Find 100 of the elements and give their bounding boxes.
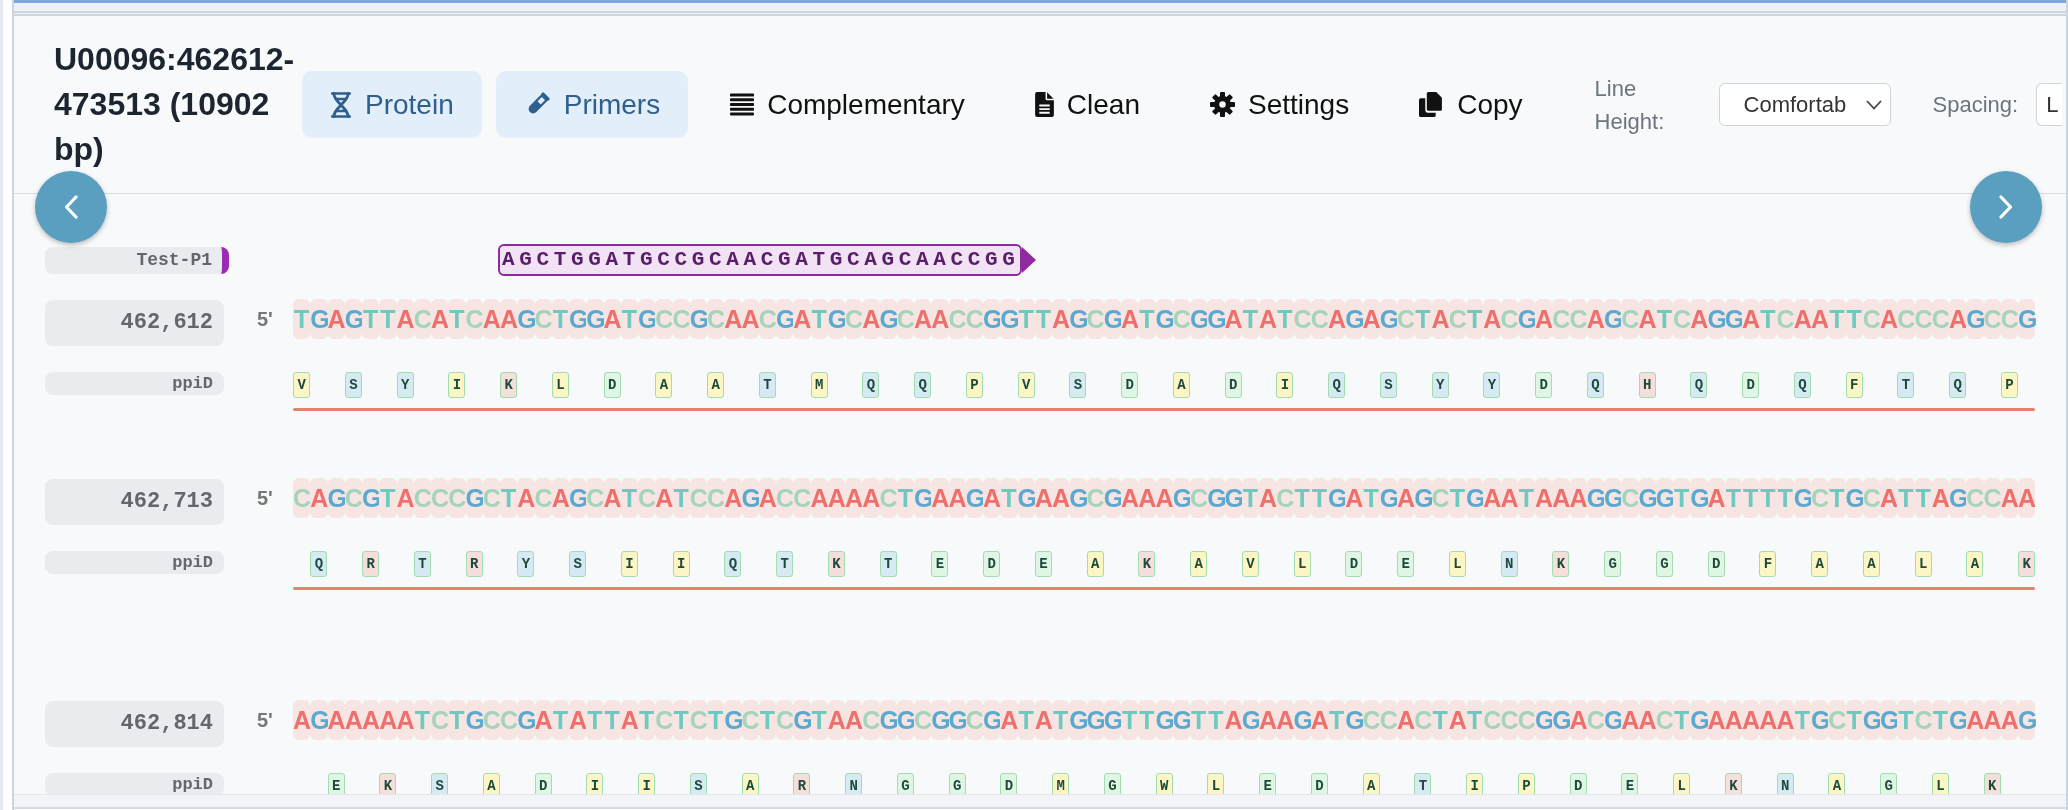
amino-acid-tag: A	[1862, 551, 1880, 577]
amino-acid-tag: A	[482, 773, 500, 794]
dna-sequence: TGAGTTACATCAAGCTGGATGCCGCAACGATGCAGCAACCGGTTAGCGATGCGGATATCCAGAGCTACTACGACCAGCATCAGGATCAATTCACCCAGCCG	[293, 299, 2035, 339]
protein-button[interactable]: Protein	[302, 71, 482, 138]
amino-acid-tag: T	[758, 372, 776, 398]
amino-acid-tag: A	[1086, 551, 1104, 577]
amino-acid-tag: P	[2000, 372, 2018, 398]
amino-acid-tag: A	[707, 372, 725, 398]
amino-acid-tag: M	[810, 372, 828, 398]
previous-button[interactable]	[35, 171, 107, 243]
amino-acid-tag: L	[1448, 551, 1466, 577]
amino-acid-tag: I	[638, 773, 656, 794]
amino-acid-tag: T	[413, 551, 431, 577]
amino-acid-tag: T	[1897, 372, 1915, 398]
amino-acid-tag: A	[1172, 372, 1190, 398]
amino-acid-tag: L	[551, 372, 569, 398]
amino-acid-tag: Y	[517, 551, 535, 577]
dna-sequence: CAGCGTACCCGCTACAGCATCATCCAGACCAAAACTGAAGATGAAGCGAAAGCGGTACTTGATGAGCTGAATAAAGGCGGTGATTTTGCTGCATTAGCCAA	[293, 478, 2035, 518]
primers-button[interactable]: Primers	[495, 71, 689, 138]
amino-acid-tag: T	[776, 551, 794, 577]
amino-acid-tag: S	[431, 773, 449, 794]
amino-acid-tag: T	[879, 551, 897, 577]
dna-icon	[330, 90, 352, 119]
chevron-left-icon	[64, 195, 78, 219]
amino-acid-tag: G	[896, 773, 914, 794]
amino-acid-tag: K	[1138, 551, 1156, 577]
copy-icon	[1419, 92, 1445, 117]
sequence-title: U00096:462612-473513 (10902 bp)	[54, 40, 296, 169]
amino-acid-tag: K	[1724, 773, 1742, 794]
line-height-select[interactable]: Comfortab	[1718, 83, 1891, 126]
amino-acid-tag: F	[1845, 372, 1863, 398]
amino-acid-tag: A	[1362, 773, 1380, 794]
amino-acid-tag: S	[689, 773, 707, 794]
amino-acid-tag: Q	[310, 551, 328, 577]
amino-acid-tag: F	[1759, 551, 1777, 577]
amino-acid-tag: L	[1293, 551, 1311, 577]
amino-acid-tag: E	[1621, 773, 1639, 794]
amino-acid-tag: D	[1224, 372, 1242, 398]
settings-icon	[1210, 92, 1235, 117]
complementary-button[interactable]: Complementary	[702, 71, 993, 138]
amino-acid-tag: V	[293, 372, 311, 398]
amino-acid-tag: G	[1655, 551, 1673, 577]
amino-acid-tag: Q	[1586, 372, 1604, 398]
amino-acid-tag: D	[1742, 372, 1760, 398]
amino-acid-tag: Q	[1949, 372, 1967, 398]
amino-acid-tag: L	[1207, 773, 1225, 794]
amino-acid-tag: D	[1121, 372, 1139, 398]
chevron-down-icon	[1865, 99, 1882, 110]
line-height-label: Line Height:	[1594, 74, 1666, 136]
strand-label: 5'	[257, 486, 274, 511]
amino-acid-tag: D	[534, 773, 552, 794]
amino-acid-tag: H	[1638, 372, 1656, 398]
amino-acid-tag: D	[1707, 551, 1725, 577]
spacing-select[interactable]: L	[2036, 83, 2063, 126]
amino-acid-tag: G	[1103, 773, 1121, 794]
amino-acid-tag: E	[327, 773, 345, 794]
amino-acid-tag: A	[1966, 551, 1984, 577]
feature-label: ppiD	[45, 551, 224, 574]
chevron-right-icon	[1999, 195, 2013, 219]
amino-acid-tag: Y	[1431, 372, 1449, 398]
amino-acid-tag: W	[1155, 773, 1173, 794]
amino-acid-tag: P	[1517, 773, 1535, 794]
amino-acid-tag: Q	[862, 372, 880, 398]
amino-acid-tag: R	[465, 551, 483, 577]
next-button[interactable]	[1970, 171, 2042, 243]
amino-acid-tag: E	[1259, 773, 1277, 794]
amino-acid-tag: S	[344, 372, 362, 398]
settings-button[interactable]: Settings	[1182, 71, 1378, 138]
amino-acid-tag: N	[1776, 773, 1794, 794]
clean-button[interactable]: Clean	[1006, 71, 1168, 138]
amino-acid-tag: K	[827, 551, 845, 577]
amino-acid-tag: G	[948, 773, 966, 794]
amino-acid-tag: G	[1604, 551, 1622, 577]
amino-acid-tag: K	[2018, 551, 2036, 577]
amino-acid-tag: Q	[1328, 372, 1346, 398]
amino-acid-tag: Q	[1690, 372, 1708, 398]
amino-acid-tag: N	[1500, 551, 1518, 577]
amino-acid-tag: Q	[914, 372, 932, 398]
amino-acid-tag: S	[569, 551, 587, 577]
amino-acid-tag: L	[1673, 773, 1691, 794]
amino-acid-tag: I	[1276, 372, 1294, 398]
amino-acid-tag: L	[1931, 773, 1949, 794]
copy-button[interactable]: Copy	[1391, 71, 1551, 138]
amino-acid-tag: V	[1241, 551, 1259, 577]
amino-acid-tag: L	[1914, 551, 1932, 577]
amino-acid-tag: Y	[396, 372, 414, 398]
feature-label: ppiD	[45, 773, 224, 794]
amino-acid-tag: M	[1052, 773, 1070, 794]
amino-acid-tag: Q	[724, 551, 742, 577]
amino-acid-tag: S	[1069, 372, 1087, 398]
amino-acid-tag: I	[672, 551, 690, 577]
amino-acid-tag: D	[1535, 372, 1553, 398]
amino-acid-tag: K	[1983, 773, 2001, 794]
amino-acid-tag: E	[931, 551, 949, 577]
amino-acid-tag: A	[1190, 551, 1208, 577]
amino-acid-tag: A	[1828, 773, 1846, 794]
amino-acid-tag: G	[1880, 773, 1898, 794]
dna-sequence: AGAAAAATCTGCCGATATTATCTCTGCTCGTAACGGCGGCGATATGGGTTGGTTAGAAGATGCCACTATCCCGGACGAACTGAAAAATGCTGGTCTGAAAG	[293, 700, 2035, 740]
amino-acid-tag: R	[362, 551, 380, 577]
amino-acid-tag: Y	[1483, 372, 1501, 398]
